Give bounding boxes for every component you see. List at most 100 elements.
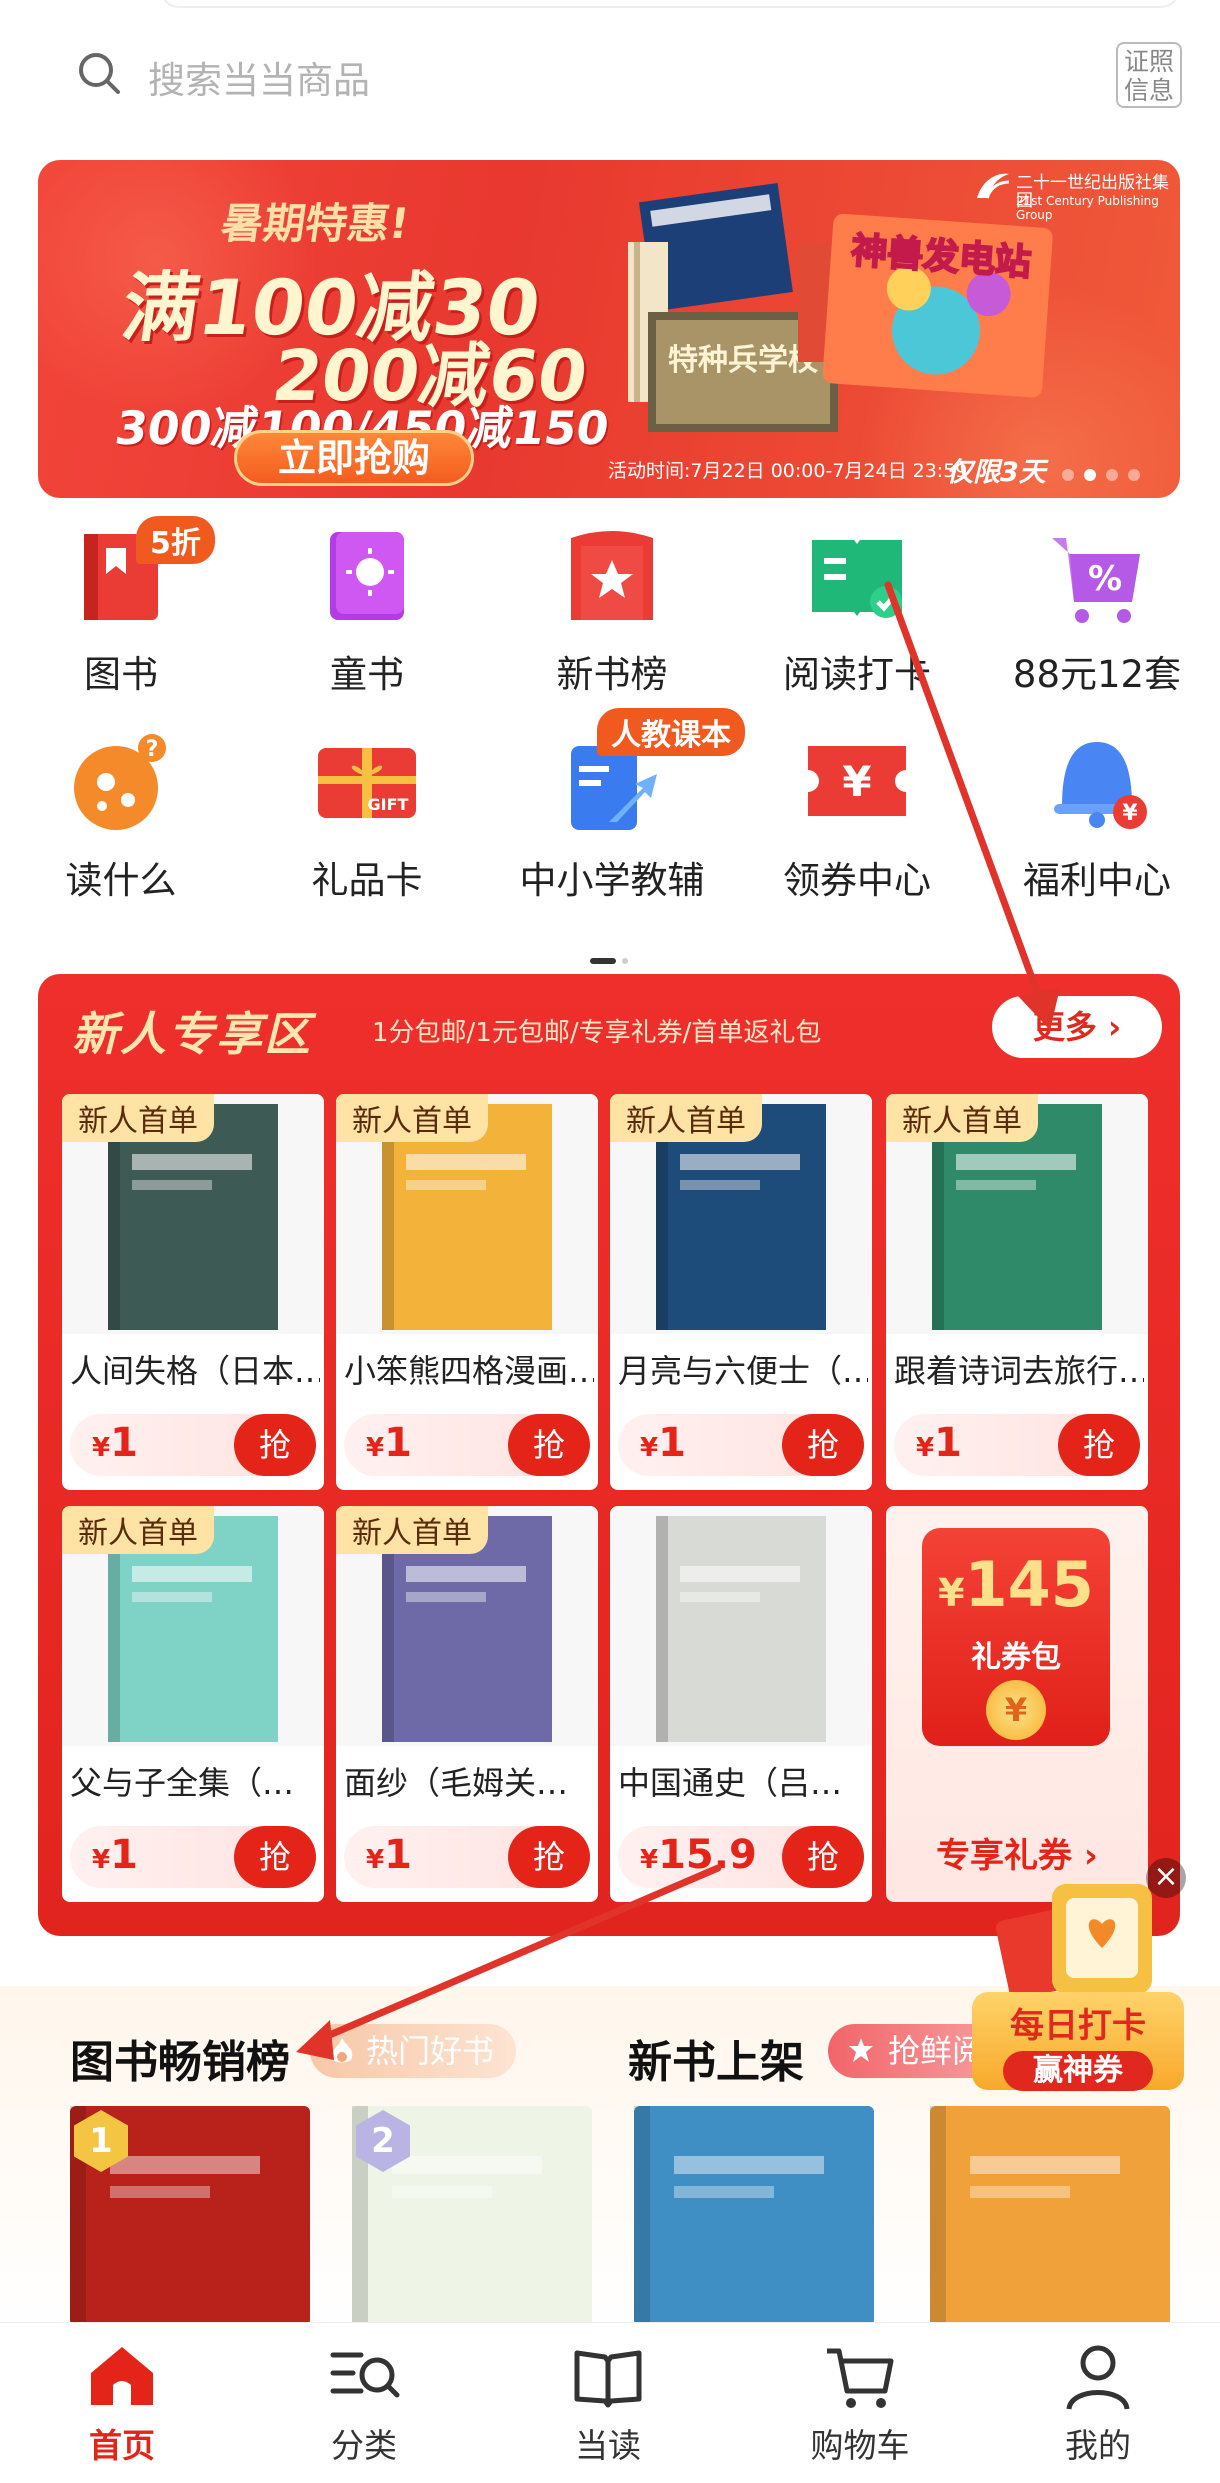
- search-top-edge: [160, 0, 1180, 8]
- tab-label: 首页: [89, 2426, 155, 2465]
- checkin-subtitle: 赢神券: [1003, 2051, 1153, 2091]
- new-books-title[interactable]: 新书上架: [628, 2026, 804, 2090]
- grab-button[interactable]: 抢: [782, 1826, 864, 1888]
- banner-time: 活动时间:7月22日 00:00-7月24日 23:59: [608, 460, 968, 482]
- checkin-title: 每日打卡: [1010, 2006, 1146, 2046]
- product-card[interactable]: 新人首单 人间失格（日本… ¥1 抢: [62, 1094, 324, 1490]
- category-label: 领券中心: [783, 859, 931, 902]
- product-card[interactable]: 新人首单 跟着诗词去旅行… ¥1 抢: [886, 1094, 1148, 1490]
- list-book-cover[interactable]: 1: [70, 2106, 310, 2326]
- profile-icon: [1018, 2339, 1178, 2413]
- license-button[interactable]: 证照信息: [1116, 42, 1182, 108]
- banner-book-collage: 特种兵学校 神兽发电站: [628, 182, 1053, 432]
- chevron-right-icon: ›: [1107, 1008, 1122, 1046]
- category-new-ranking[interactable]: 新书榜: [497, 520, 727, 698]
- tab-label: 购物车: [810, 2426, 910, 2465]
- product-price-value: 1: [110, 1420, 138, 1466]
- fire-icon: [331, 2038, 353, 2063]
- category-label: 读什么: [65, 859, 177, 902]
- search-bar[interactable]: 搜索当当商品 证照信息: [0, 0, 1220, 142]
- bestseller-tag[interactable]: 热门好书: [310, 2024, 517, 2078]
- tab-profile[interactable]: 我的: [1018, 2339, 1178, 2467]
- category-gift-card[interactable]: GIFT 礼品卡: [252, 726, 482, 904]
- coupon-icon: ¥: [802, 726, 912, 836]
- category-icon: [284, 2339, 444, 2413]
- svg-text:%: %: [1088, 559, 1122, 599]
- coupon-pack-card[interactable]: ¥145 礼券包 ¥ 专享礼券 ›: [886, 1506, 1148, 1902]
- category-label: 88元12套: [1012, 653, 1182, 696]
- list-book-cover[interactable]: [930, 2106, 1170, 2326]
- category-label: 阅读打卡: [783, 653, 931, 696]
- newcomer-tag: 新人首单: [610, 1094, 762, 1142]
- grab-button[interactable]: 抢: [1058, 1414, 1140, 1476]
- banner-page-dot: [1084, 469, 1096, 481]
- grab-button[interactable]: 抢: [508, 1414, 590, 1476]
- bell-icon: ¥: [1042, 726, 1152, 836]
- svg-text:¥: ¥: [1122, 801, 1138, 826]
- product-card[interactable]: 新人首单 小笨熊四格漫画… ¥1 抢: [336, 1094, 598, 1490]
- product-name: 跟着诗词去旅行…: [894, 1352, 1144, 1390]
- currency-symbol: ¥: [640, 1433, 659, 1463]
- grab-button[interactable]: 抢: [508, 1826, 590, 1888]
- product-card[interactable]: 新人首单 月亮与六便士（… ¥1 抢: [610, 1094, 872, 1490]
- category-badge: 人教课本: [597, 708, 745, 756]
- newcomer-title: 新人专享区: [72, 1007, 312, 1061]
- grab-button[interactable]: 抢: [234, 1826, 316, 1888]
- grab-button[interactable]: 抢: [234, 1414, 316, 1476]
- product-price-value: 1: [384, 1832, 412, 1878]
- currency-symbol: ¥: [366, 1433, 385, 1463]
- banner-page-dot: [1106, 469, 1118, 481]
- category-bell[interactable]: ¥ 福利中心: [982, 726, 1212, 904]
- category-label: 中小学教辅: [519, 859, 705, 902]
- category-discount-cart[interactable]: % 88元12套: [982, 520, 1212, 698]
- more-label: 更多: [1032, 1008, 1097, 1046]
- tab-cart[interactable]: 购物车: [780, 2339, 940, 2467]
- category-reading-checkin[interactable]: 阅读打卡: [742, 520, 972, 698]
- newcomer-tag: 新人首单: [62, 1506, 214, 1554]
- product-price-value: 15.9: [658, 1832, 757, 1878]
- category-book[interactable]: 5折 图书: [6, 516, 236, 698]
- product-price-value: 1: [658, 1420, 686, 1466]
- daily-checkin-widget[interactable]: 每日打卡 赢神券: [972, 1864, 1184, 2094]
- category-textbook[interactable]: 人教课本中小学教辅: [497, 708, 745, 904]
- more-button[interactable]: 更多 ›: [992, 996, 1162, 1058]
- product-card[interactable]: 中国通史（吕… ¥15.9 抢: [610, 1506, 872, 1902]
- product-price-value: 1: [934, 1420, 962, 1466]
- category-label: 童书: [330, 653, 404, 696]
- checkin-gift-icon: [995, 1884, 1152, 1999]
- banner-pagination: [1062, 469, 1140, 481]
- tab-reading[interactable]: 当读: [528, 2339, 688, 2467]
- category-kids-book[interactable]: 童书: [252, 520, 482, 698]
- grab-button[interactable]: 抢: [782, 1414, 864, 1476]
- coupon-label: 礼券包: [971, 1640, 1061, 1675]
- list-book-cover[interactable]: [634, 2106, 874, 2326]
- kids-book-icon: [312, 520, 422, 630]
- cart-icon: [780, 2339, 940, 2413]
- category-badge: 5折: [136, 516, 215, 564]
- product-price: ¥1: [366, 1420, 412, 1466]
- category-label: 新书榜: [556, 653, 668, 696]
- product-card[interactable]: 新人首单 父与子全集（… ¥1 抢: [62, 1506, 324, 1902]
- category-what-to-read[interactable]: ? 读什么: [6, 726, 236, 904]
- promo-banner[interactable]: 暑期特惠! 满100减30 200减60 300减100/450减150 立即抢…: [38, 160, 1180, 498]
- category-coupon[interactable]: ¥ 领券中心: [742, 726, 972, 904]
- tab-home[interactable]: 首页: [42, 2339, 202, 2467]
- list-book-cover[interactable]: 2: [352, 2106, 592, 2326]
- reading-checkin-icon: [802, 520, 912, 630]
- currency-symbol: ¥: [640, 1845, 659, 1875]
- tab-category[interactable]: 分类: [284, 2339, 444, 2467]
- search-icon: [79, 53, 120, 94]
- yuan-coin-icon: ¥: [986, 1680, 1046, 1740]
- product-card[interactable]: 新人首单 面纱（毛姆关… ¥1 抢: [336, 1506, 598, 1902]
- newcomer-subtitle: 1分包邮/1元包邮/专享礼券/首单返礼包: [372, 1018, 822, 1048]
- star-badge-icon: [849, 2038, 873, 2062]
- svg-text:GIFT: GIFT: [368, 795, 409, 814]
- bestseller-title[interactable]: 图书畅销榜: [70, 2026, 290, 2090]
- checkin-close-icon[interactable]: ×: [1146, 1858, 1186, 1898]
- list-book-cover-image: [930, 2106, 1170, 2326]
- license-label: 证照信息: [1123, 47, 1174, 105]
- price-bar: ¥1 抢: [70, 1414, 316, 1476]
- newcomer-tag: 新人首单: [336, 1094, 488, 1142]
- search-input[interactable]: 搜索当当商品: [148, 50, 370, 104]
- banner-cta-button[interactable]: 立即抢购: [234, 430, 474, 486]
